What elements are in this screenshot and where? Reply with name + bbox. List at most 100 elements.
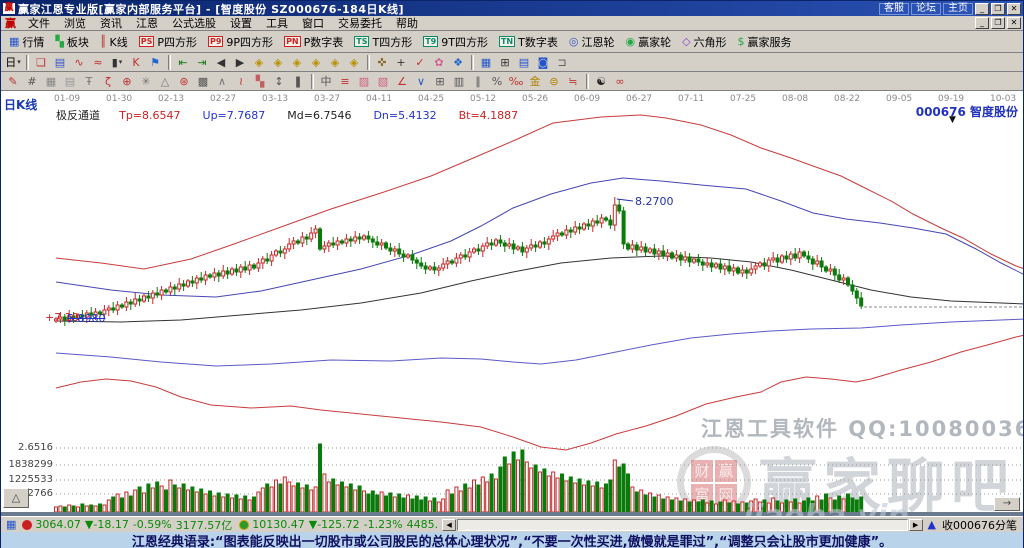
menu-item-公式选股[interactable]: 公式选股 xyxy=(165,16,223,31)
kline-button[interactable]: ║K线 xyxy=(95,32,133,51)
pink-grid2-tool-button[interactable]: ▧ xyxy=(374,73,392,90)
golden-section-tool-button[interactable]: 金 xyxy=(526,73,544,90)
t-number-table-button[interactable]: TNT数字表 xyxy=(494,32,563,51)
chart-area[interactable]: 江恩工具软件 QQ:100800360 财赢富网 赢家聊吧 日K线 01-090… xyxy=(1,91,1023,516)
band-grid-tool-button[interactable]: ▥ xyxy=(450,73,468,90)
menu-item-帮助[interactable]: 帮助 xyxy=(389,16,425,31)
menu-item-江恩[interactable]: 江恩 xyxy=(129,16,165,31)
sh-index-icon[interactable] xyxy=(22,520,32,530)
angle-line-tool-button[interactable]: ∠ xyxy=(393,73,411,90)
multi-fan-tool-button[interactable]: ≡ xyxy=(336,73,354,90)
menu-item-文件[interactable]: 文件 xyxy=(21,16,57,31)
gann-box-tool-button[interactable]: ▦ xyxy=(42,73,60,90)
cart-button[interactable]: ⊐ xyxy=(553,54,571,71)
sectors-button[interactable]: ▚板块 xyxy=(50,32,93,51)
overlay-flag-icon[interactable]: ⚑ xyxy=(146,54,164,71)
wave-zigzag-icon[interactable]: ∿ xyxy=(70,54,88,71)
mdi-minimize-button[interactable]: _ xyxy=(975,17,989,29)
info-panel-icon[interactable]: ▤ xyxy=(51,54,69,71)
period-daily-button[interactable]: 日▾ xyxy=(4,54,22,71)
candlestick-chart[interactable] xyxy=(1,91,1023,516)
puzzle-tool-icon[interactable]: ❖ xyxy=(449,54,467,71)
p-number-table-button[interactable]: PNP数字表 xyxy=(279,32,348,51)
wave-tool-button[interactable]: ≀ xyxy=(232,73,250,90)
check-line-tool-button[interactable]: ∨ xyxy=(412,73,430,90)
center-line-tool-button[interactable]: 中 xyxy=(317,73,335,90)
shade-grid-tool-button[interactable]: ▚ xyxy=(251,73,269,90)
pen-tool-button[interactable]: ✎ xyxy=(4,73,22,90)
first-bar-button[interactable]: ⇤ xyxy=(174,54,192,71)
market-quotes-button[interactable]: ▦行情 xyxy=(4,32,49,51)
yinyang-tool-button[interactable]: ☯ xyxy=(592,73,610,90)
golden-circle-tool-button[interactable]: ⊜ xyxy=(545,73,563,90)
menu-item-窗口[interactable]: 窗口 xyxy=(295,16,331,31)
sz-index-icon[interactable] xyxy=(239,520,249,530)
status-scroll-right-button[interactable]: ▶ xyxy=(909,519,923,531)
expand-panel-button[interactable]: △ xyxy=(3,488,29,508)
circle-ring-tool-button[interactable]: ⊕ xyxy=(118,73,136,90)
homepage-button[interactable]: 主页 xyxy=(943,3,973,15)
calendar-button[interactable]: ▦ xyxy=(477,54,495,71)
minimize-button[interactable]: _ xyxy=(975,3,989,15)
tick-view-label[interactable]: 收000676分笔 xyxy=(942,517,1017,533)
prev-bar-button[interactable]: ◀ xyxy=(212,54,230,71)
t-ruler-tool-button[interactable]: Ŧ xyxy=(80,73,98,90)
menu-item-工具[interactable]: 工具 xyxy=(259,16,295,31)
vertical-range-tool-button[interactable]: ↕ xyxy=(270,73,288,90)
close-button[interactable]: ✕ xyxy=(1007,3,1021,15)
hexagon-button[interactable]: ◇六角形 xyxy=(677,32,731,51)
scroll-right-button[interactable]: → xyxy=(994,497,1020,511)
mdi-restore-button[interactable]: ❐ xyxy=(991,17,1005,29)
gann-diamond-wide-button[interactable]: ◈ xyxy=(288,54,306,71)
crosshair-button[interactable]: + xyxy=(392,54,410,71)
status-scroll-left-button[interactable]: ◀ xyxy=(442,519,456,531)
gann-diamond-narrow-button[interactable]: ◈ xyxy=(307,54,325,71)
menu-item-浏览[interactable]: 浏览 xyxy=(57,16,93,31)
pink-grid-tool-button[interactable]: ▨ xyxy=(355,73,373,90)
chart-hscrollbar[interactable] xyxy=(1,512,1023,516)
gann-diamond-left-button[interactable]: ◈ xyxy=(250,54,268,71)
p-square-button[interactable]: PSP四方形 xyxy=(134,32,202,51)
dense-grid-tool-button[interactable]: ▩ xyxy=(194,73,212,90)
golden-ratio-tool-button[interactable]: ≒ xyxy=(564,73,582,90)
mdi-close-button[interactable]: ✕ xyxy=(1007,17,1021,29)
t9-square-button[interactable]: T99T四方形 xyxy=(418,32,493,51)
quotes-grid-icon[interactable]: ▦ xyxy=(6,518,16,531)
winner-wheel-button[interactable]: ◉赢家轮 xyxy=(620,32,676,51)
wave-zigzag2-icon[interactable]: ≈ xyxy=(89,54,107,71)
angle-up-tool-button[interactable]: ∧ xyxy=(213,73,231,90)
support-button[interactable]: 客服 xyxy=(879,3,909,15)
menu-item-资讯[interactable]: 资讯 xyxy=(93,16,129,31)
gann-wheel-button[interactable]: ◎江恩轮 xyxy=(564,32,620,51)
calculator-button[interactable]: ⊞ xyxy=(496,54,514,71)
rays-tool-button[interactable]: ✳ xyxy=(137,73,155,90)
t-square-button[interactable]: TST四方形 xyxy=(349,32,417,51)
percent-tool-button[interactable]: % xyxy=(488,73,506,90)
gann-diamond-right-button[interactable]: ◈ xyxy=(269,54,287,71)
menu-item-设置[interactable]: 设置 xyxy=(223,16,259,31)
spiral-tool-button[interactable]: ζ xyxy=(99,73,117,90)
gann-diamond-tall-button[interactable]: ◈ xyxy=(326,54,344,71)
permille-tool-button[interactable]: ‰ xyxy=(507,73,525,90)
grid-tool-button[interactable]: # xyxy=(23,73,41,90)
vertical-line-tool-button[interactable]: ❚ xyxy=(289,73,307,90)
ledger-button[interactable]: ▤ xyxy=(515,54,533,71)
p9-square-button[interactable]: P99P四方形 xyxy=(203,32,278,51)
save-button[interactable]: ◙ xyxy=(534,54,552,71)
winner-service-button[interactable]: $赢家服务 xyxy=(733,32,797,51)
select-check-button[interactable]: ✓ xyxy=(411,54,429,71)
hand-tool-button[interactable]: ✜ xyxy=(373,54,391,71)
menu-item-交易委托[interactable]: 交易委托 xyxy=(331,16,389,31)
restore-button[interactable]: ❐ xyxy=(991,3,1005,15)
gann-diamond-all-button[interactable]: ◈ xyxy=(345,54,363,71)
next-bar-button[interactable]: ▶ xyxy=(231,54,249,71)
flower-tool-icon[interactable]: ✿ xyxy=(430,54,448,71)
status-scrollbar-track[interactable] xyxy=(457,519,907,531)
price-grid-tool-button[interactable]: ▤ xyxy=(61,73,79,90)
triangle-tool-button[interactable]: △ xyxy=(156,73,174,90)
gann-fan-tool-button[interactable]: ⊛ xyxy=(175,73,193,90)
last-bar-button[interactable]: ⇥ xyxy=(193,54,211,71)
candle-style-button[interactable]: ▮▾ xyxy=(108,54,126,71)
square-grid-tool-button[interactable]: ⊞ xyxy=(431,73,449,90)
parallel-lines-tool-button[interactable]: ∥ xyxy=(469,73,487,90)
